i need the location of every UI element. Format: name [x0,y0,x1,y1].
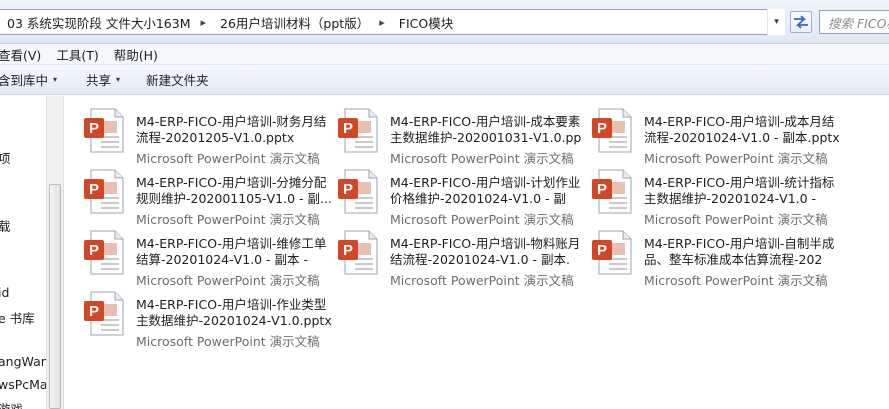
address-toolbar: 03 系统实现阶段 文件大小163M ▸ 26用户培训材料（ppt版） ▸ FI… [0,0,889,44]
nav-item[interactable]: e 书库 [0,308,35,327]
breadcrumb-separator-icon[interactable]: ▸ [373,16,391,29]
powerpoint-file-icon: P [84,230,124,275]
file-item[interactable]: P M4-ERP-FICO-用户培训-物料账月结流程-20201024-V1.0… [336,226,586,288]
new-folder-label: 新建文件夹 [146,73,209,88]
address-bar[interactable]: 03 系统实现阶段 文件大小163M ▸ 26用户培训材料（ppt版） ▸ FI… [0,9,784,35]
file-type: Microsoft PowerPoint 演示文稿 [644,273,828,288]
breadcrumb-training-materials[interactable]: 26用户培训材料（ppt版） [212,13,373,32]
refresh-icon [794,15,808,29]
powerpoint-file-icon: P [338,230,378,275]
powerpoint-file-icon: P [338,108,378,153]
refresh-button[interactable] [790,11,812,33]
navigation-scrollbar[interactable] [46,96,63,409]
file-type: Microsoft PowerPoint 演示文稿 [136,334,320,349]
svg-text:P: P [89,303,99,320]
svg-text:P: P [343,181,353,198]
include-in-library-label: 含到库中 [0,73,49,88]
menu-item-view[interactable]: 查看(V) [0,45,41,64]
powerpoint-file-icon: P [84,291,124,336]
chevron-down-icon: ▾ [53,75,58,84]
nav-item[interactable]: 载 [0,216,11,235]
file-item[interactable]: P M4-ERP-FICO-用户培训-成本要素主数据维护-202001031-V… [336,104,586,166]
svg-text:P: P [89,181,99,198]
file-item[interactable]: P M4-ERP-FICO-用户培训-维修工单结算-20201024-V1.0 … [82,226,332,288]
powerpoint-file-icon: P [84,108,124,153]
svg-text:P: P [89,242,99,259]
file-name: M4-ERP-FICO-用户培训-自制半成品、整车标准成本估算流程-2020..… [644,236,835,267]
file-item[interactable]: P M4-ERP-FICO-用户培训-作业类型主数据维护-20201024-V1… [82,287,332,349]
powerpoint-file-icon: P [84,169,124,214]
breadcrumb-fico-module[interactable]: FICO模块 [391,13,457,32]
nav-item[interactable]: angWan [0,354,49,369]
svg-text:P: P [89,120,99,137]
file-name: M4-ERP-FICO-用户培训-成本要素主数据维护-202001031-V1.… [390,114,582,145]
breadcrumb-separator-icon[interactable]: ▸ [195,16,213,29]
nav-item[interactable]: id [0,285,9,300]
nav-item[interactable]: 游戏 [0,399,23,409]
chevron-down-icon: ▾ [116,75,121,84]
nav-item[interactable]: 项 [0,148,11,167]
file-item[interactable]: P M4-ERP-FICO-用户培训-财务月结流程-20201205-V1.0.… [82,104,332,166]
file-list: P M4-ERP-FICO-用户培训-财务月结流程-20201205-V1.0.… [64,96,889,409]
powerpoint-file-icon: P [592,108,632,153]
svg-text:P: P [597,181,607,198]
svg-text:P: P [597,242,607,259]
nav-item[interactable]: wsPcMa [0,377,48,392]
new-folder-button[interactable]: 新建文件夹 [146,70,209,89]
file-name: M4-ERP-FICO-用户培训-成本月结流程-20201024-V1.0 - … [644,114,840,145]
svg-text:P: P [343,120,353,137]
svg-text:P: P [597,120,607,137]
menu-bar: 查看(V) 工具(T) 帮助(H) [0,44,889,65]
powerpoint-file-icon: P [338,169,378,214]
powerpoint-file-icon: P [592,230,632,275]
scrollbar-thumb[interactable] [49,184,61,409]
command-bar: 含到库中 ▾ 共享 ▾ 新建文件夹 [0,65,889,95]
file-name: M4-ERP-FICO-用户培训-统计指标主数据维护-20201024-V1.0… [644,175,835,206]
share-button[interactable]: 共享 ▾ [86,70,120,89]
address-history-dropdown[interactable]: ▾ [767,9,785,35]
file-item[interactable]: P M4-ERP-FICO-用户培训-成本月结流程-20201024-V1.0 … [590,104,840,166]
breadcrumb-system-phase[interactable]: 03 系统实现阶段 文件大小163M [0,13,195,32]
file-name: M4-ERP-FICO-用户培训-作业类型主数据维护-20201024-V1.0… [136,297,332,328]
file-name: M4-ERP-FICO-用户培训-财务月结流程-20201205-V1.0.pp… [136,114,327,145]
file-type: Microsoft PowerPoint 演示文稿 [390,273,574,288]
file-name: M4-ERP-FICO-用户培训-分摊分配规则维护-202001105-V1.0… [136,175,332,206]
file-item[interactable]: P M4-ERP-FICO-用户培训-自制半成品、整车标准成本估算流程-2020… [590,226,840,288]
file-item[interactable]: P M4-ERP-FICO-用户培训-计划作业价格维护-20201024-V1.… [336,165,586,227]
share-label: 共享 [86,73,112,88]
menu-item-help[interactable]: 帮助(H) [114,45,158,64]
menu-item-tools[interactable]: 工具(T) [56,45,98,64]
powerpoint-file-icon: P [592,169,632,214]
search-input[interactable]: 搜索 FICO模 [819,10,889,34]
svg-text:P: P [343,242,353,259]
file-name: M4-ERP-FICO-用户培训-维修工单结算-20201024-V1.0 - … [136,236,327,267]
file-item[interactable]: P M4-ERP-FICO-用户培训-分摊分配规则维护-202001105-V1… [82,165,332,227]
file-name: M4-ERP-FICO-用户培训-物料账月结流程-20201024-V1.0 -… [390,236,581,267]
include-in-library-button[interactable]: 含到库中 ▾ [0,70,57,89]
file-name: M4-ERP-FICO-用户培训-计划作业价格维护-20201024-V1.0 … [390,175,581,206]
file-item[interactable]: P M4-ERP-FICO-用户培训-统计指标主数据维护-20201024-V1… [590,165,840,227]
